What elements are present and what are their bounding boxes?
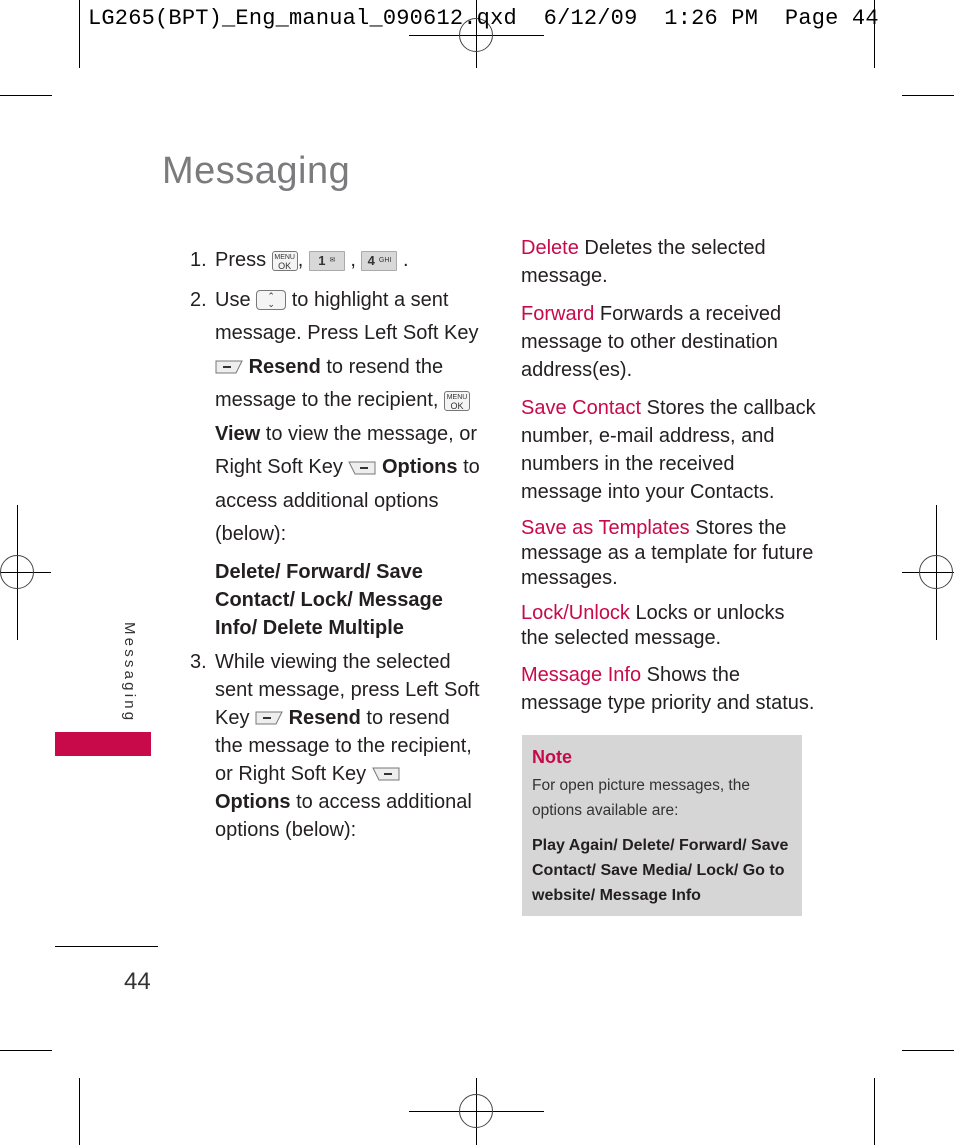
note-text: For open picture messages, the options a… [532, 777, 750, 819]
step-1: 1. Press MENU OK, 1 ✉ , 4 GHI . [190, 244, 480, 278]
steps-column: 1. Press MENU OK, 1 ✉ , 4 GHI . 2. Use ⌃ ⌄ t… [190, 244, 480, 850]
crop-mark [902, 1050, 954, 1051]
key-4-icon: 4 GHI [361, 250, 398, 271]
side-tab-label: Messaging [121, 622, 138, 724]
definition-save-contact: Save Contact Stores the callback number,… [521, 394, 816, 506]
definition-term: Message Info [521, 664, 642, 686]
footer-rule [55, 946, 158, 947]
registration-circle-bottom [459, 1094, 493, 1128]
crop-mark [902, 95, 954, 96]
options-label: Options [215, 790, 291, 813]
definition-delete: Delete Deletes the selected message. [521, 234, 816, 290]
step-number: 3. [190, 650, 207, 673]
menu-ok-key-icon: MENU OK [444, 390, 471, 411]
menu-ok-key-icon: MENU OK [271, 250, 298, 271]
right-soft-key-icon [348, 461, 376, 475]
step-text: Press [215, 249, 267, 271]
registration-circle-left [0, 555, 34, 589]
crop-mark [79, 1078, 80, 1145]
step-number: 2. [190, 288, 207, 311]
resend-label: Resend [288, 706, 361, 729]
view-label: View [215, 422, 261, 445]
step-3: 3. While viewing the selected sent messa… [190, 648, 480, 844]
crop-mark [79, 0, 80, 68]
note-heading: Note [532, 747, 572, 767]
side-tab-bar [55, 732, 151, 756]
registration-circle-right [919, 555, 953, 589]
page-title: Messaging [162, 150, 351, 192]
options-list: Delete/ Forward/ Save Contact/ Lock/ Mes… [215, 560, 443, 639]
step-2: 2. Use ⌃ ⌄ to highlight a sent message. P… [190, 284, 480, 552]
navigation-key-icon: ⌃ ⌄ [256, 290, 287, 311]
print-slug: LG265(BPT)_Eng_manual_090612.qxd 6/12/09… [88, 6, 879, 31]
definition-forward: Forward Forwards a received message to o… [521, 300, 816, 384]
key-1-icon: 1 ✉ [308, 250, 345, 271]
resend-label: Resend [248, 355, 321, 378]
crop-mark [0, 95, 52, 96]
step-number: 1. [190, 249, 207, 271]
definition-term: Forward [521, 303, 595, 325]
definition-lock-unlock: Lock/Unlock Locks or unlocks the selecte… [521, 601, 816, 651]
definition-message-info: Message Info Shows the message type prio… [521, 661, 816, 717]
left-soft-key-icon [255, 711, 283, 725]
definition-term: Lock/Unlock [521, 602, 630, 624]
note-options: Play Again/ Delete/ Forward/ Save Contac… [532, 837, 789, 904]
crop-mark [0, 1050, 52, 1051]
definition-save-as-templates: Save as Templates Stores the message as … [521, 516, 816, 591]
right-soft-key-icon [371, 767, 400, 781]
definition-term: Save Contact [521, 397, 642, 419]
left-soft-key-icon [215, 360, 243, 374]
note-box: Note For open picture messages, the opti… [522, 735, 802, 916]
definitions-column: Delete Deletes the selected message. For… [521, 234, 816, 727]
options-label: Options [381, 456, 458, 478]
crop-mark [874, 1078, 875, 1145]
page-number: 44 [124, 968, 151, 995]
definition-term: Delete [521, 237, 579, 259]
definition-term: Save as Templates [521, 517, 690, 539]
